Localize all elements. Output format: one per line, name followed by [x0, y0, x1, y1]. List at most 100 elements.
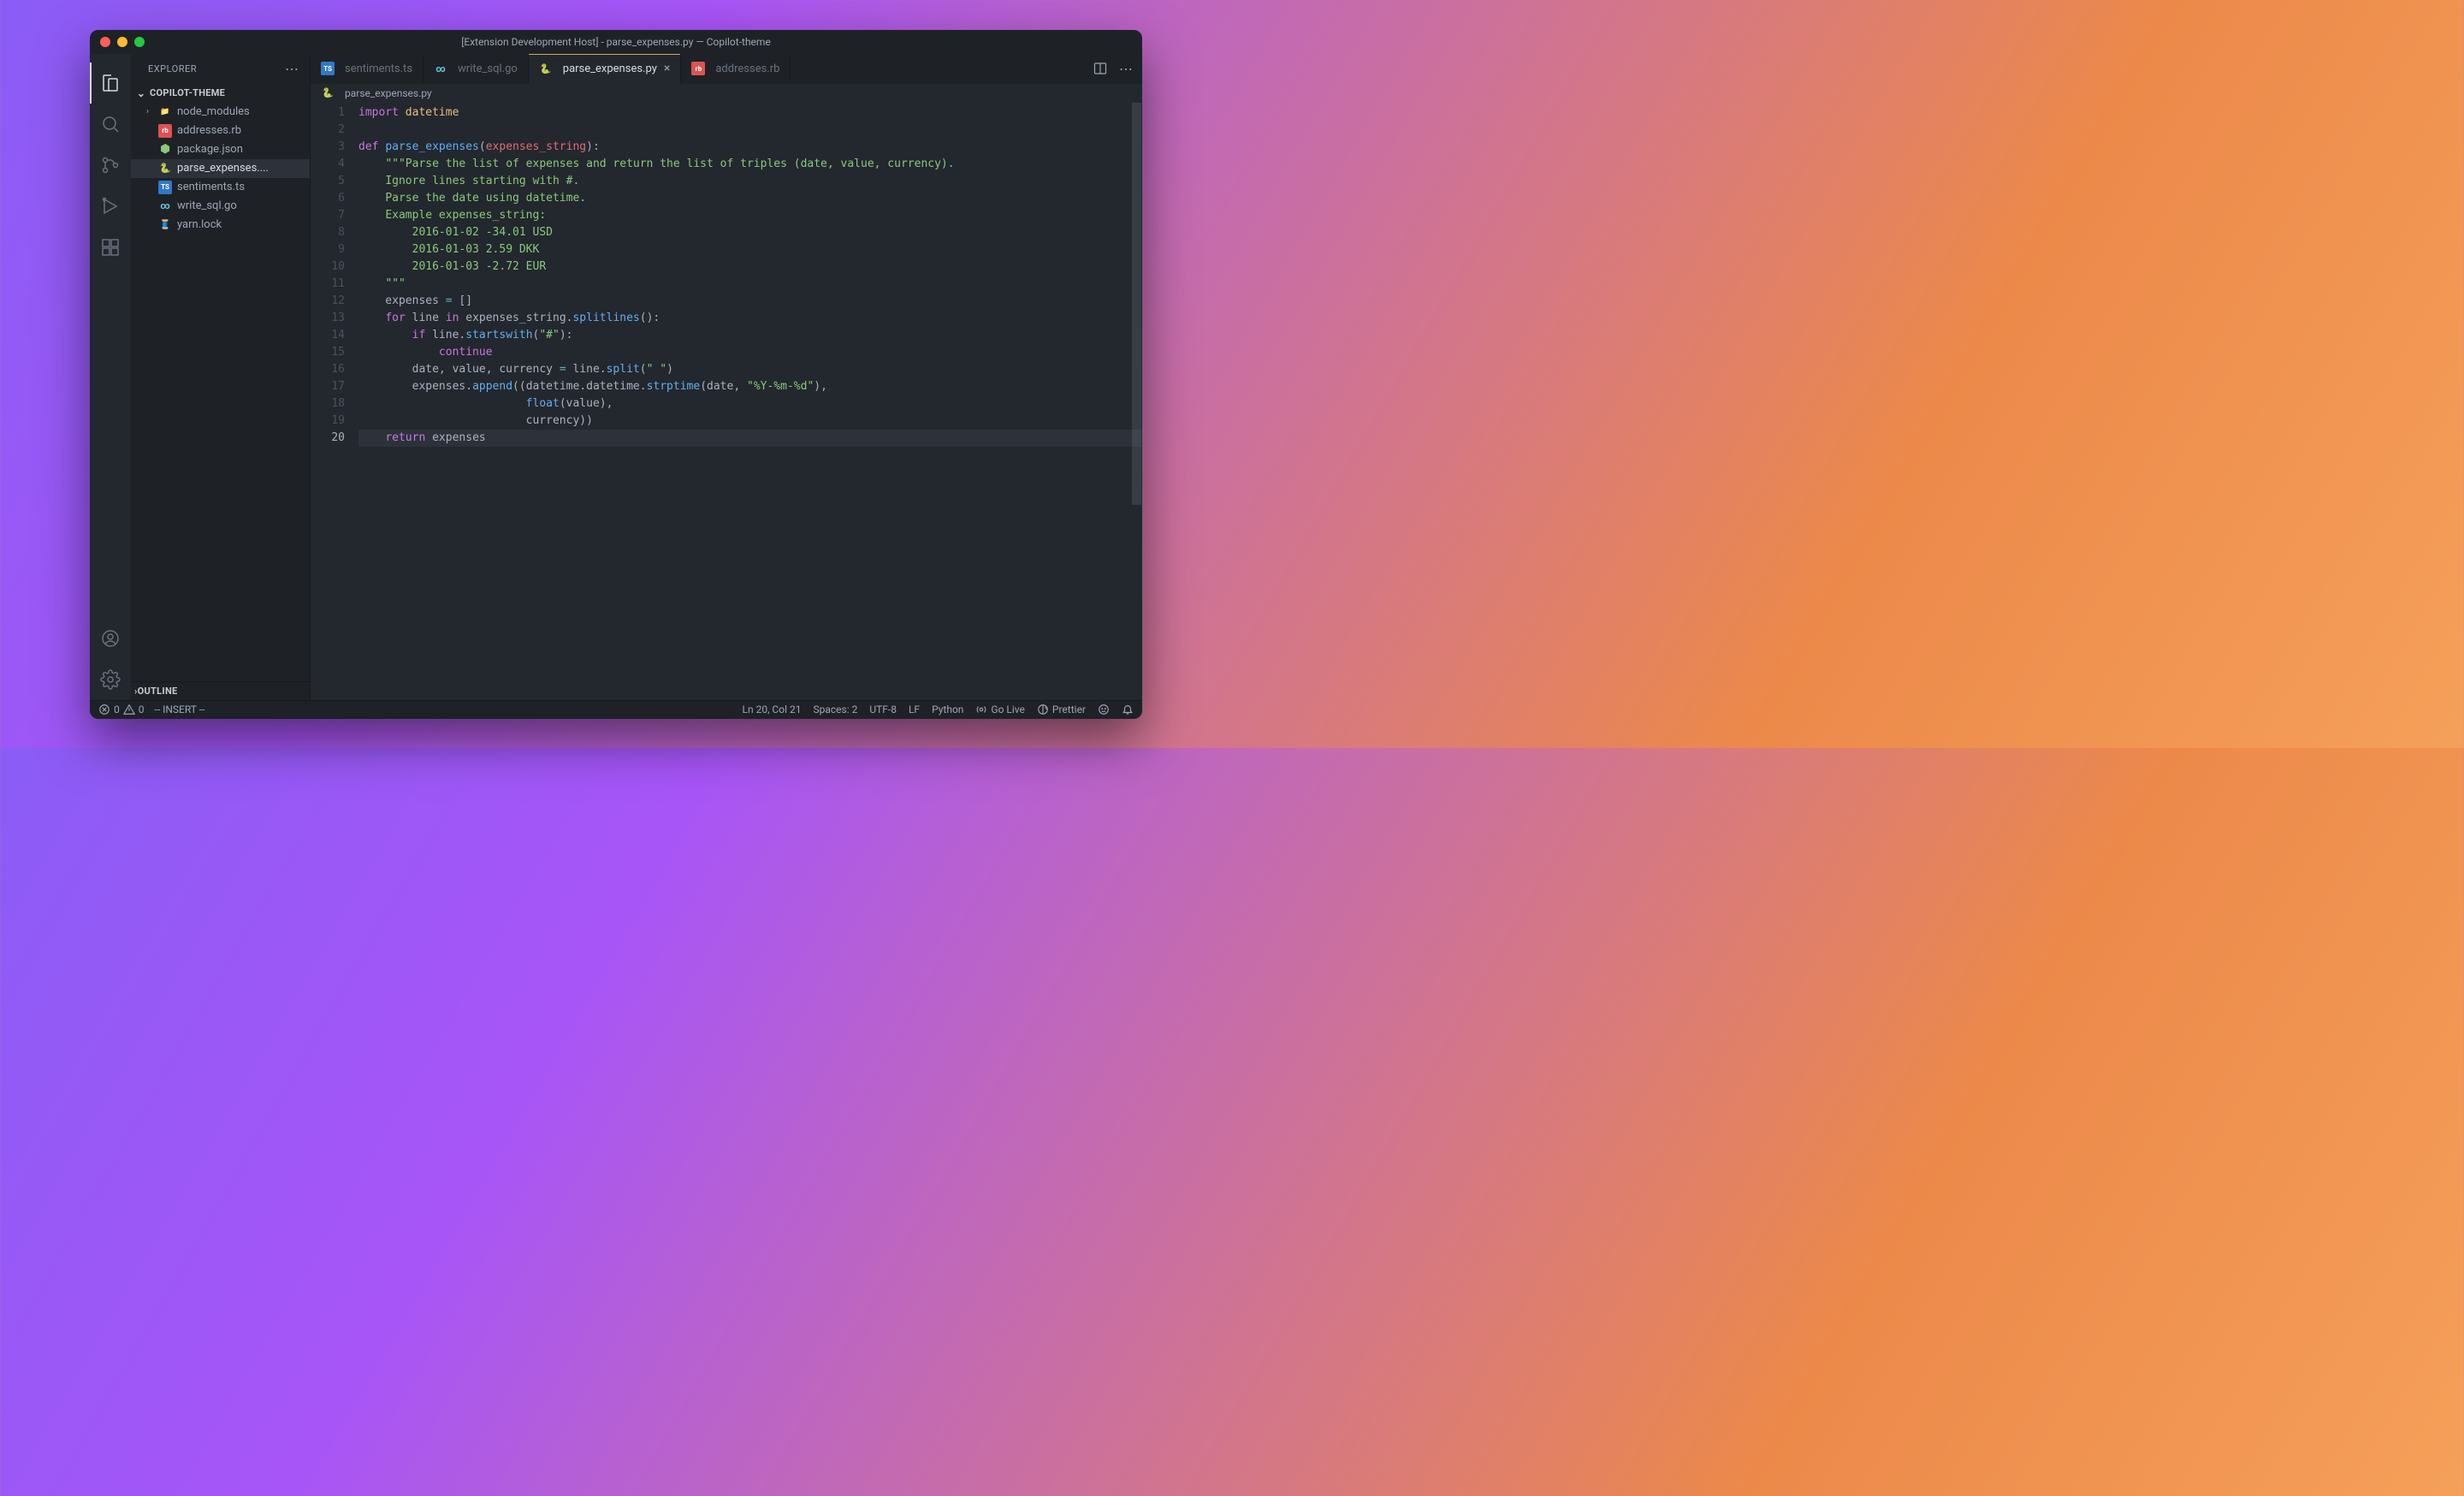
status-feedback-icon[interactable] [1098, 703, 1110, 715]
status-cursor-position[interactable]: Ln 20, Col 21 [743, 703, 802, 715]
code-line[interactable]: return expenses [358, 430, 1142, 447]
chevron-down-icon: ⌄ [134, 87, 148, 99]
code-line[interactable]: expenses = [] [358, 293, 1142, 310]
status-problems[interactable]: 0 0 [98, 703, 145, 715]
line-number: 14 [311, 327, 345, 344]
code-line[interactable]: currency)) [358, 413, 1142, 430]
window-title: [Extension Development Host] - parse_exp… [90, 36, 1142, 48]
close-tab-icon[interactable]: × [664, 62, 670, 75]
line-number: 13 [311, 310, 345, 327]
code-line[interactable]: if line.startswith("#"): [358, 327, 1142, 344]
code-line[interactable] [358, 122, 1142, 139]
tab-label: write_sql.go [458, 62, 518, 75]
status-go-live[interactable]: Go Live [975, 703, 1024, 715]
breadcrumb-file: parse_expenses.py [345, 87, 432, 99]
python-icon: 🐍 [539, 62, 553, 75]
folder-row[interactable]: ›📁node_modules [131, 103, 310, 122]
close-window-button[interactable] [100, 37, 110, 47]
code-line[interactable]: expenses.append((datetime.datetime.strpt… [358, 378, 1142, 395]
code-line[interactable]: """Parse the list of expenses and return… [358, 156, 1142, 173]
editor-tab[interactable]: rbaddresses.rb [681, 54, 791, 84]
settings-gear-icon[interactable] [90, 659, 131, 700]
code-line[interactable]: 2016-01-03 -2.72 EUR [358, 258, 1142, 276]
status-bar: 0 0 -- INSERT -- Ln 20, Col 21 Spaces: 2… [90, 700, 1142, 719]
minimize-window-button[interactable] [117, 37, 127, 47]
warnings-count: 0 [139, 703, 145, 715]
maximize-window-button[interactable] [134, 37, 145, 47]
code-line[interactable]: Ignore lines starting with #. [358, 173, 1142, 190]
python-icon: 🐍 [158, 162, 172, 175]
run-debug-icon[interactable] [90, 186, 131, 227]
tab-label: parse_expenses.py [563, 62, 657, 75]
ts-icon: TS [321, 62, 335, 75]
yarn-icon: 🧵 [158, 218, 172, 232]
vertical-scrollbar[interactable] [1132, 103, 1141, 505]
file-name: write_sql.go [177, 199, 237, 212]
file-row[interactable]: 🐍 parse_expenses.... [131, 159, 310, 178]
status-language[interactable]: Python [932, 703, 963, 715]
file-row[interactable]: rb addresses.rb [131, 122, 310, 140]
code-line[interactable]: 2016-01-03 2.59 DKK [358, 241, 1142, 258]
file-name: parse_expenses.... [177, 162, 269, 175]
file-row[interactable]: 🧵yarn.lock [131, 216, 310, 234]
editor-tab[interactable]: ∞ write_sql.go [424, 54, 529, 84]
code-line[interactable]: continue [358, 344, 1142, 361]
code-line[interactable]: float(value), [358, 395, 1142, 413]
explorer-icon[interactable] [90, 62, 131, 104]
line-number: 9 [311, 241, 345, 258]
file-name: node_modules [177, 105, 250, 118]
file-name: addresses.rb [177, 124, 241, 137]
outline-section-header[interactable]: › OUTLINE [131, 681, 310, 700]
breadcrumb[interactable]: 🐍 parse_expenses.py [311, 84, 1142, 103]
ruby-icon: rb [691, 62, 705, 75]
code-line[interactable]: def parse_expenses(expenses_string): [358, 139, 1142, 156]
file-row[interactable]: ∞write_sql.go [131, 197, 310, 216]
extensions-icon[interactable] [90, 227, 131, 268]
line-number: 6 [311, 190, 345, 207]
sidebar-title: EXPLORER [148, 63, 197, 74]
project-section-header[interactable]: ⌄ COPILOT-THEME [131, 84, 310, 103]
split-editor-icon[interactable] [1093, 62, 1107, 75]
file-name: package.json [177, 143, 243, 156]
vscode-window: [Extension Development Host] - parse_exp… [90, 30, 1142, 719]
status-indentation[interactable]: Spaces: 2 [813, 703, 857, 715]
file-row[interactable]: ⬢package.json [131, 140, 310, 159]
code-line[interactable]: """ [358, 276, 1142, 293]
ruby-icon: rb [158, 124, 172, 138]
file-name: sentiments.ts [177, 181, 245, 193]
line-number: 17 [311, 378, 345, 395]
code-line[interactable]: import datetime [358, 104, 1142, 122]
status-bell-icon[interactable] [1122, 703, 1134, 715]
errors-count: 0 [114, 703, 120, 715]
editor-tab[interactable]: TSsentiments.ts [311, 54, 424, 84]
line-number: 4 [311, 156, 345, 173]
sidebar-more-icon[interactable]: ⋯ [285, 61, 299, 77]
editor-more-icon[interactable]: ⋯ [1119, 61, 1134, 77]
line-number: 1 [311, 104, 345, 122]
line-gutter: 1234567891011121314151617181920 [311, 103, 358, 700]
ts-icon: TS [158, 181, 172, 194]
sidebar: EXPLORER ⋯ ⌄ COPILOT-THEME ›📁node_module… [131, 54, 311, 700]
code-line[interactable]: Parse the date using datetime. [358, 190, 1142, 207]
activity-bar [90, 54, 131, 700]
code-line[interactable]: 2016-01-02 -34.01 USD [358, 224, 1142, 241]
code-line[interactable]: Example expenses_string: [358, 207, 1142, 224]
go-icon: ∞ [434, 62, 447, 75]
editor-tab[interactable]: 🐍 parse_expenses.py × [529, 54, 682, 84]
tab-bar: TSsentiments.ts ∞ write_sql.go 🐍 parse_expen… [311, 54, 1142, 84]
code-line[interactable]: for line in expenses_string.splitlines()… [358, 310, 1142, 327]
code-line[interactable]: date, value, currency = line.split(" ") [358, 361, 1142, 378]
line-number: 18 [311, 395, 345, 413]
editor[interactable]: 1234567891011121314151617181920 import d… [311, 103, 1142, 700]
source-control-icon[interactable] [90, 145, 131, 186]
status-eol[interactable]: LF [909, 703, 920, 715]
status-prettier[interactable]: Prettier [1037, 703, 1086, 715]
sidebar-header: EXPLORER ⋯ [131, 54, 310, 84]
line-number: 10 [311, 258, 345, 276]
code-area[interactable]: import datetime def parse_expenses(expens… [358, 103, 1142, 700]
accounts-icon[interactable] [90, 618, 131, 659]
file-row[interactable]: TS sentiments.ts [131, 178, 310, 197]
line-number: 8 [311, 224, 345, 241]
search-icon[interactable] [90, 104, 131, 145]
status-encoding[interactable]: UTF-8 [869, 703, 897, 715]
